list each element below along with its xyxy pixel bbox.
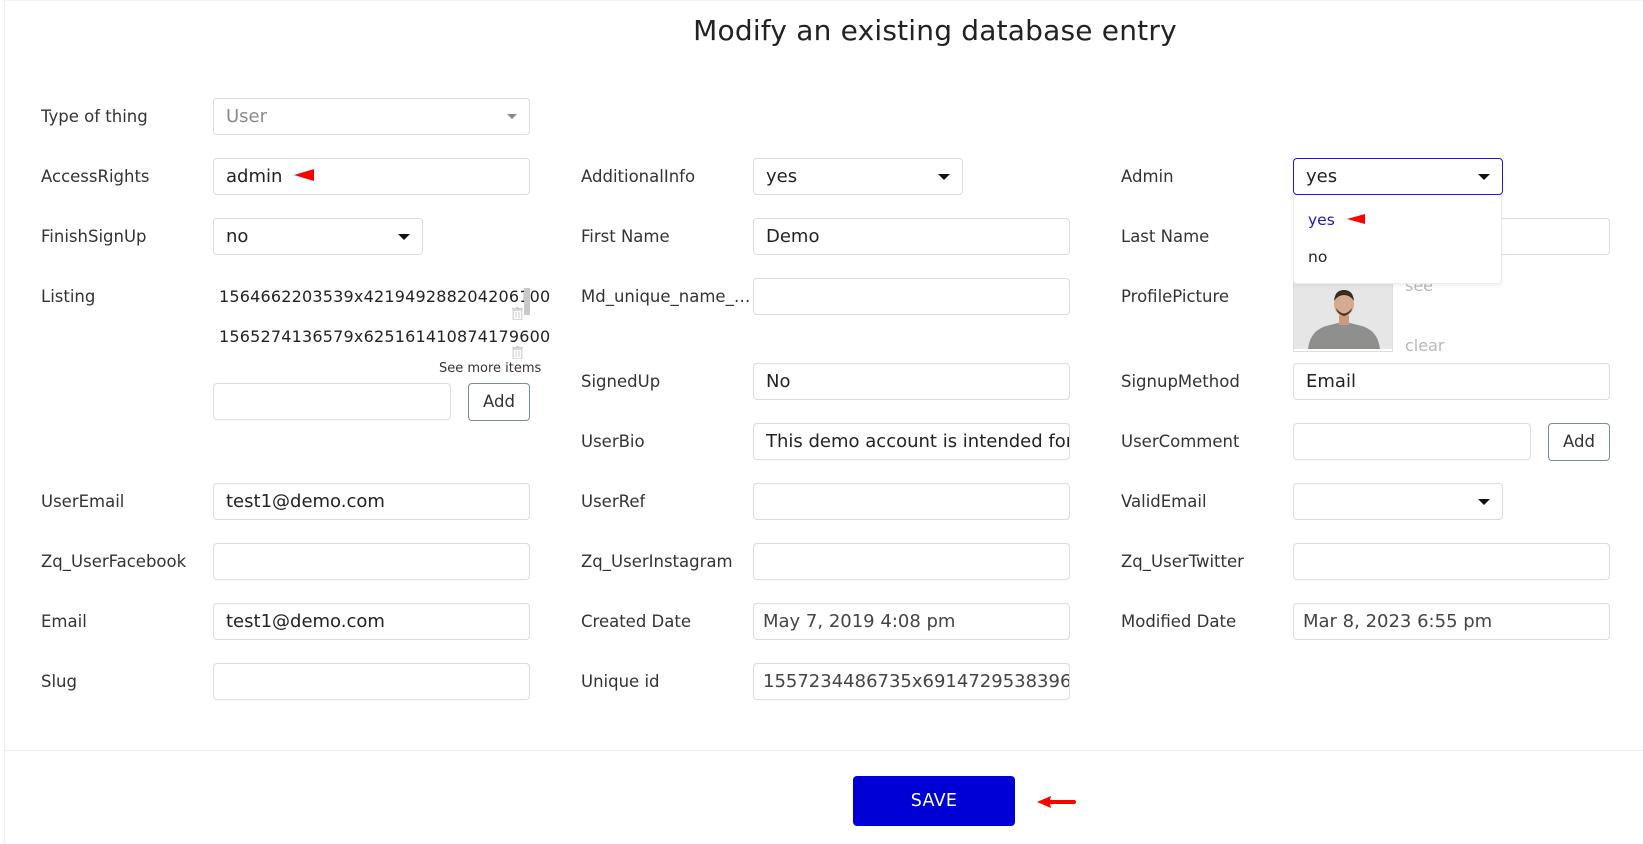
modified-date-input[interactable]: Mar 8, 2023 6:55 pm xyxy=(1293,603,1610,640)
save-button[interactable]: SAVE xyxy=(853,776,1015,826)
slug-label: Slug xyxy=(41,672,77,691)
slug-input[interactable] xyxy=(213,663,530,700)
type-of-thing-select[interactable]: User xyxy=(213,98,530,135)
listing-scrollbar[interactable] xyxy=(524,288,530,315)
footer-divider xyxy=(5,750,1643,751)
first-name-input[interactable]: Demo xyxy=(753,218,1070,255)
signed-up-input[interactable]: No xyxy=(753,363,1070,400)
profile-picture-label: ProfilePicture xyxy=(1121,287,1230,306)
admin-option-yes[interactable]: yes xyxy=(1308,211,1365,229)
additional-info-value: yes xyxy=(766,166,798,187)
first-name-label: First Name xyxy=(581,227,670,246)
page-title: Modify an existing database entry xyxy=(693,14,1177,47)
admin-label: Admin xyxy=(1121,167,1174,186)
listing-new-input[interactable] xyxy=(213,383,451,420)
profile-picture-image[interactable] xyxy=(1293,282,1393,352)
finish-signup-select[interactable]: no xyxy=(213,218,423,255)
annotation-arrow-icon xyxy=(1346,213,1365,224)
email-input[interactable]: test1@demo.com xyxy=(213,603,530,640)
user-comment-label: UserComment xyxy=(1121,432,1240,451)
user-email-label: UserEmail xyxy=(41,492,125,511)
user-ref-input[interactable] xyxy=(753,483,1070,520)
admin-value: yes xyxy=(1306,166,1338,187)
valid-email-select[interactable] xyxy=(1293,483,1503,520)
created-date-input[interactable]: May 7, 2019 4:08 pm xyxy=(753,603,1070,640)
user-comment-add-button[interactable]: Add xyxy=(1548,423,1610,461)
user-email-input[interactable]: test1@demo.com xyxy=(213,483,530,520)
access-rights-input[interactable]: admin xyxy=(213,158,530,195)
admin-option-no[interactable]: no xyxy=(1308,248,1327,266)
annotation-arrow-icon xyxy=(294,169,315,181)
zq-user-facebook-label: Zq_UserFacebook xyxy=(41,552,187,571)
created-date-label: Created Date xyxy=(581,612,691,631)
additional-info-label: AdditionalInfo xyxy=(581,167,696,186)
access-rights-value: admin xyxy=(226,166,283,187)
see-more-items-link[interactable]: See more items xyxy=(439,361,541,376)
type-of-thing-label: Type of thing xyxy=(41,107,148,126)
admin-select[interactable]: yes xyxy=(1293,158,1503,195)
last-name-label: Last Name xyxy=(1121,227,1210,246)
user-bio-input[interactable]: This demo account is intended for far xyxy=(753,423,1070,460)
annotation-arrow-icon xyxy=(1037,796,1076,808)
finish-signup-value: no xyxy=(226,226,249,247)
chevron-down-icon xyxy=(1478,499,1490,505)
zq-user-twitter-label: Zq_UserTwitter xyxy=(1121,552,1244,571)
type-of-thing-value: User xyxy=(226,106,268,127)
listing-add-button[interactable]: Add xyxy=(468,383,530,421)
user-ref-label: UserRef xyxy=(581,492,646,511)
person-photo-icon xyxy=(1294,283,1392,351)
trash-icon[interactable] xyxy=(512,307,523,320)
finish-signup-label: FinishSignUp xyxy=(41,227,147,246)
unique-id-label: Unique id xyxy=(581,672,660,691)
signup-method-label: SignupMethod xyxy=(1121,372,1240,391)
chevron-down-icon xyxy=(1478,174,1490,180)
zq-user-facebook-input[interactable] xyxy=(213,543,530,580)
admin-dropdown-menu: yes no xyxy=(1293,194,1502,284)
chevron-down-icon xyxy=(938,174,950,180)
modified-date-label: Modified Date xyxy=(1121,612,1237,631)
access-rights-label: AccessRights xyxy=(41,167,150,186)
additional-info-select[interactable]: yes xyxy=(753,158,963,195)
md-unique-name-label: Md_unique_name_te... xyxy=(581,287,751,306)
listing-item: 1564662203539x421949288204206100 xyxy=(219,287,551,306)
zq-user-twitter-input[interactable] xyxy=(1293,543,1610,580)
user-bio-label: UserBio xyxy=(581,432,645,451)
zq-user-instagram-label: Zq_UserInstagram xyxy=(581,552,733,571)
md-unique-name-input[interactable] xyxy=(753,278,1070,315)
profile-picture-clear-link[interactable]: clear xyxy=(1405,336,1444,355)
chevron-down-icon xyxy=(507,114,517,119)
chevron-down-icon xyxy=(398,234,410,240)
valid-email-label: ValidEmail xyxy=(1121,492,1207,511)
listing-label: Listing xyxy=(41,287,96,306)
email-label: Email xyxy=(41,612,87,631)
user-comment-input[interactable] xyxy=(1293,423,1531,460)
signup-method-input[interactable]: Email xyxy=(1293,363,1610,400)
admin-option-yes-label: yes xyxy=(1308,211,1335,229)
signed-up-label: SignedUp xyxy=(581,372,661,391)
unique-id-input[interactable]: 1557234486735x6914729538396447 xyxy=(753,663,1070,700)
trash-icon[interactable] xyxy=(512,346,523,359)
zq-user-instagram-input[interactable] xyxy=(753,543,1070,580)
listing-item: 1565274136579x625161410874179600 xyxy=(219,327,551,346)
